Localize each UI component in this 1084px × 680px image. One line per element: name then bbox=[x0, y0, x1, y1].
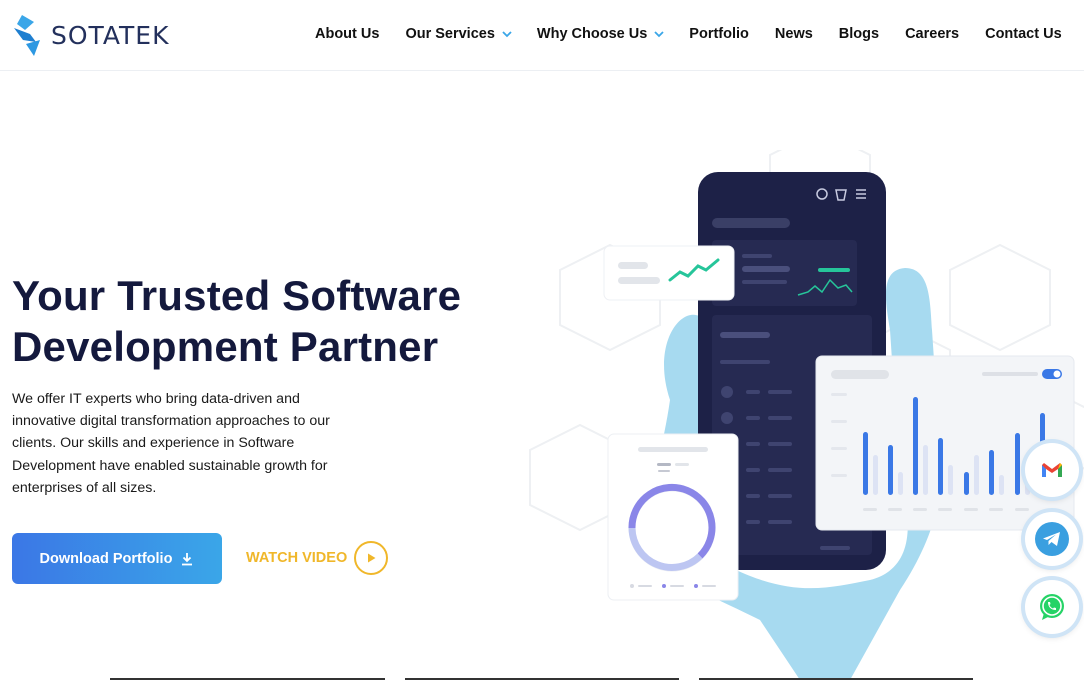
whatsapp-icon bbox=[1040, 594, 1064, 620]
whatsapp-contact-button[interactable] bbox=[1025, 580, 1079, 634]
site-header: SOTATEK About Us Our Services Why Choose… bbox=[0, 0, 1084, 71]
play-icon bbox=[354, 541, 389, 575]
hero-description: We offer IT experts who bring data-drive… bbox=[12, 391, 330, 496]
nav-our-services[interactable]: Our Services bbox=[405, 26, 512, 42]
watch-video-button[interactable]: WATCH VIDEO bbox=[246, 541, 389, 575]
nav-why-choose-us[interactable]: Why Choose Us bbox=[537, 26, 664, 42]
nav-portfolio[interactable]: Portfolio bbox=[689, 26, 749, 42]
chevron-down-icon bbox=[654, 31, 664, 38]
telegram-contact-button[interactable] bbox=[1025, 512, 1079, 566]
logo-mark-icon bbox=[14, 15, 40, 56]
hero-illustration bbox=[529, 150, 1084, 680]
brand-name: SOTATEK bbox=[51, 20, 170, 50]
download-label: Download Portfolio bbox=[39, 550, 173, 567]
main-nav: About Us Our Services Why Choose Us Port… bbox=[315, 26, 1084, 42]
nav-label: About Us bbox=[315, 26, 380, 42]
hero-title-line2: Development Partner bbox=[12, 323, 439, 370]
download-icon bbox=[182, 552, 193, 565]
nav-blogs[interactable]: Blogs bbox=[839, 26, 879, 42]
telegram-icon bbox=[1035, 522, 1069, 556]
nav-label: Why Choose Us bbox=[536, 26, 648, 42]
nav-label: Portfolio bbox=[689, 26, 749, 42]
nav-label: Careers bbox=[905, 26, 960, 42]
nav-contact-us[interactable]: Contact Us bbox=[985, 26, 1062, 42]
gmail-icon bbox=[1042, 463, 1062, 477]
watch-label: WATCH VIDEO bbox=[246, 550, 348, 566]
hero-title-line1: Your Trusted Software bbox=[12, 272, 462, 319]
sotatek-logo[interactable]: SOTATEK bbox=[12, 12, 170, 58]
download-portfolio-button[interactable]: Download Portfolio bbox=[12, 533, 222, 584]
nav-label: Our Services bbox=[405, 26, 495, 42]
nav-label: News bbox=[774, 26, 813, 42]
nav-news[interactable]: News bbox=[775, 26, 813, 42]
chevron-down-icon bbox=[502, 31, 512, 38]
nav-about-us[interactable]: About Us bbox=[315, 26, 379, 42]
hero-title: Your Trusted Software Development Partne… bbox=[12, 270, 461, 372]
nav-careers[interactable]: Careers bbox=[905, 26, 959, 42]
nav-label: Contact Us bbox=[985, 26, 1062, 42]
gmail-contact-button[interactable] bbox=[1025, 443, 1079, 497]
nav-label: Blogs bbox=[838, 26, 880, 42]
